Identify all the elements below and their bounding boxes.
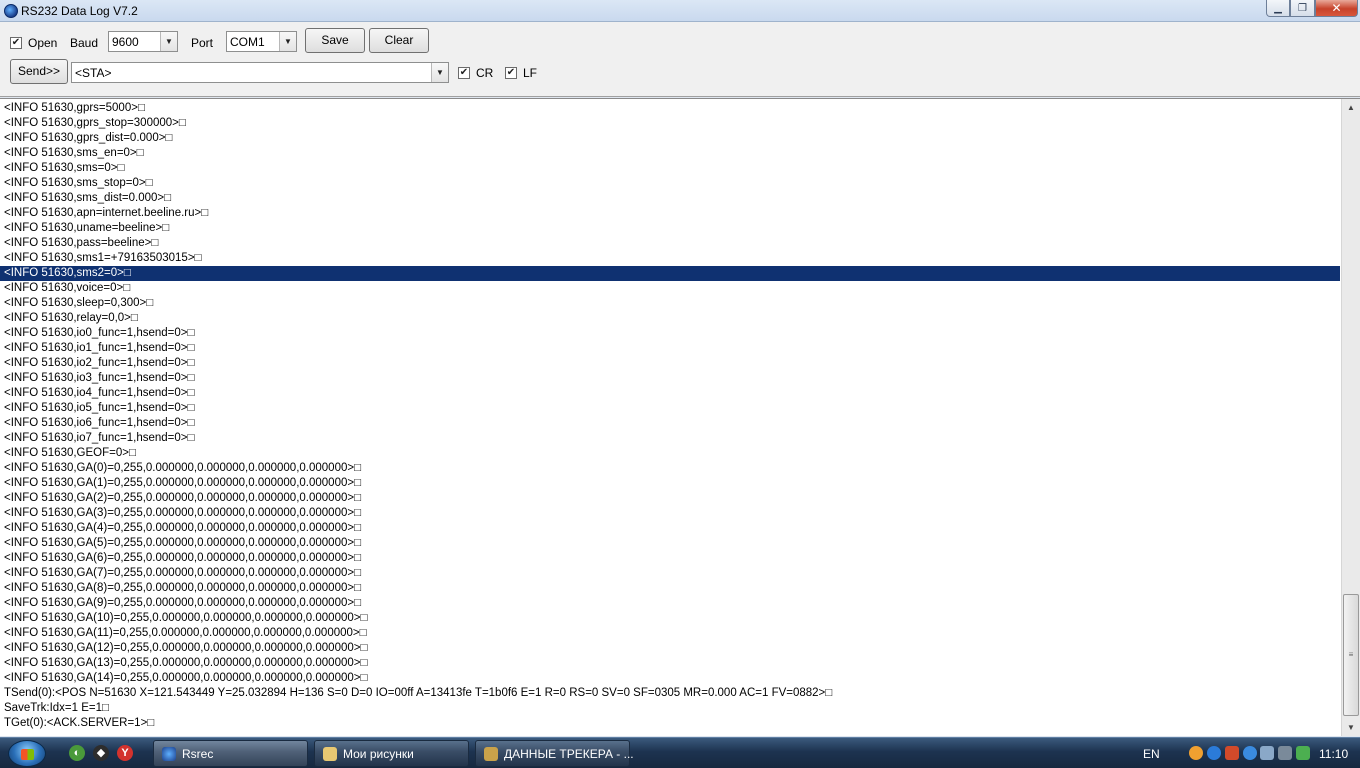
log-line[interactable]: <INFO 51630,relay=0,0>□ [4, 311, 1340, 326]
quicklaunch-green-icon[interactable]: ◐ [69, 745, 85, 761]
log-line[interactable]: <INFO 51630,GA(0)=0,255,0.000000,0.00000… [4, 461, 1340, 476]
log-line[interactable]: <INFO 51630,GA(14)=0,255,0.000000,0.0000… [4, 671, 1340, 686]
log-line[interactable]: <INFO 51630,apn=internet.beeline.ru>□ [4, 206, 1340, 221]
log-line[interactable]: <INFO 51630,GA(13)=0,255,0.000000,0.0000… [4, 656, 1340, 671]
taskbar: ◐ ◆ Y Rsrec Мои рисунки ДАННЫЕ ТРЕКЕРА -… [0, 737, 1360, 768]
language-indicator[interactable]: EN [1143, 747, 1160, 761]
log-output[interactable]: <INFO 51630,gprs=5000>□ <INFO 51630,gprs_… [0, 98, 1360, 736]
chevron-down-icon[interactable]: ▼ [160, 32, 177, 51]
clock[interactable]: 11:10 [1319, 747, 1348, 761]
clear-button[interactable]: Clear [369, 28, 429, 53]
log-line[interactable]: TSend(0):<POS N=51630 X=121.543449 Y=25.… [4, 686, 1340, 701]
log-line[interactable]: <INFO 51630,sms_en=0>□ [4, 146, 1340, 161]
task-label: ДАННЫЕ ТРЕКЕРА - ... [504, 747, 634, 761]
log-line[interactable]: SaveTrk:Idx=1 E=1□ [4, 701, 1340, 716]
log-line[interactable]: <INFO 51630,uname=beeline>□ [4, 221, 1340, 236]
tray-speaker-icon[interactable] [1225, 746, 1239, 760]
window-title: RS232 Data Log V7.2 [21, 4, 138, 18]
log-line[interactable]: <INFO 51630,GA(2)=0,255,0.000000,0.00000… [4, 491, 1340, 506]
log-line[interactable]: <INFO 51630,GA(1)=0,255,0.000000,0.00000… [4, 476, 1340, 491]
taskbar-task-rsrec[interactable]: Rsrec [153, 740, 308, 767]
log-line[interactable]: <INFO 51630,GA(3)=0,255,0.000000,0.00000… [4, 506, 1340, 521]
port-select[interactable]: COM1 ▼ [226, 31, 297, 52]
log-line[interactable]: <INFO 51630,sms_stop=0>□ [4, 176, 1340, 191]
taskbar-task-pictures[interactable]: Мои рисунки [314, 740, 469, 767]
log-line[interactable]: TGet(0):<ACK.SERVER=1>□ [4, 716, 1340, 731]
port-label: Port [191, 36, 214, 50]
chevron-down-icon[interactable]: ▼ [431, 63, 448, 82]
tray-lightning-icon[interactable] [1207, 746, 1221, 760]
minimize-button[interactable]: ▁ [1266, 0, 1290, 17]
log-lines: <INFO 51630,gprs=5000>□ <INFO 51630,gprs_… [0, 101, 1340, 731]
taskbar-task-tracker-data[interactable]: ДАННЫЕ ТРЕКЕРА - ... [475, 740, 634, 767]
log-line[interactable]: <INFO 51630,GA(8)=0,255,0.000000,0.00000… [4, 581, 1340, 596]
windows-logo-icon [21, 749, 34, 760]
log-line[interactable]: <INFO 51630,io1_func=1,hsend=0>□ [4, 341, 1340, 356]
log-line[interactable]: <INFO 51630,sms=0>□ [4, 161, 1340, 176]
tray-smiley-icon[interactable] [1189, 746, 1203, 760]
tray-info-icon[interactable] [1243, 746, 1257, 760]
start-button[interactable] [8, 740, 46, 767]
log-line[interactable]: <INFO 51630,GA(7)=0,255,0.000000,0.00000… [4, 566, 1340, 581]
log-line[interactable]: <INFO 51630,gprs=5000>□ [4, 101, 1340, 116]
log-line[interactable]: <INFO 51630,sms1=+79163503015>□ [4, 251, 1340, 266]
baud-label: Baud [70, 36, 99, 50]
baud-select[interactable]: 9600 ▼ [108, 31, 178, 52]
log-line[interactable]: <INFO 51630,GA(6)=0,255,0.000000,0.00000… [4, 551, 1340, 566]
log-line[interactable]: <INFO 51630,io5_func=1,hsend=0>□ [4, 401, 1340, 416]
log-line[interactable]: <INFO 51630,io6_func=1,hsend=0>□ [4, 416, 1340, 431]
scroll-thumb[interactable]: ≡ [1343, 594, 1359, 716]
task-label: Rsrec [182, 747, 214, 761]
log-line[interactable]: <INFO 51630,sms_dist=0.000>□ [4, 191, 1340, 206]
log-line[interactable]: <INFO 51630,io2_func=1,hsend=0>□ [4, 356, 1340, 371]
yandex-browser-icon[interactable]: Y [117, 745, 133, 761]
app-globe-icon [162, 747, 176, 761]
tray-network-icon[interactable] [1260, 746, 1274, 760]
log-line[interactable]: <INFO 51630,sms2=0>□ [0, 266, 1340, 281]
toolbar: ✔ Open Baud 9600 ▼ Port COM1 ▼ Save Clea… [0, 22, 1360, 97]
scroll-down-icon[interactable]: ▼ [1343, 720, 1359, 736]
log-line[interactable]: <INFO 51630,io3_func=1,hsend=0>□ [4, 371, 1340, 386]
log-line[interactable]: <INFO 51630,GA(10)=0,255,0.000000,0.0000… [4, 611, 1340, 626]
scroll-up-icon[interactable]: ▲ [1343, 100, 1359, 116]
document-icon [484, 747, 498, 761]
baud-value: 9600 [112, 35, 139, 49]
log-line[interactable]: <INFO 51630,io4_func=1,hsend=0>□ [4, 386, 1340, 401]
log-line[interactable]: <INFO 51630,voice=0>□ [4, 281, 1340, 296]
log-line[interactable]: <INFO 51630,GEOF=0>□ [4, 446, 1340, 461]
title-bar: RS232 Data Log V7.2 ▁ ❐ ✕ [0, 0, 1360, 22]
log-line[interactable]: <INFO 51630,pass=beeline>□ [4, 236, 1340, 251]
tray-tool-icon[interactable] [1278, 746, 1292, 760]
cr-checkbox[interactable]: ✔ [458, 67, 470, 79]
log-line[interactable]: <INFO 51630,gprs_dist=0.000>□ [4, 131, 1340, 146]
send-command-input[interactable]: <STA> ▼ [71, 62, 449, 83]
send-command-value: <STA> [75, 66, 112, 80]
log-line[interactable]: <INFO 51630,GA(9)=0,255,0.000000,0.00000… [4, 596, 1340, 611]
log-line[interactable]: <INFO 51630,GA(12)=0,255,0.000000,0.0000… [4, 641, 1340, 656]
log-line[interactable]: <INFO 51630,io0_func=1,hsend=0>□ [4, 326, 1340, 341]
maximize-button[interactable]: ❐ [1290, 0, 1315, 17]
app-globe-icon [4, 4, 18, 18]
send-button[interactable]: Send>> [10, 59, 68, 84]
save-button[interactable]: Save [305, 28, 365, 53]
quicklaunch-dark-icon[interactable]: ◆ [93, 745, 109, 761]
vertical-scrollbar[interactable]: ▲ ≡ ▼ [1341, 99, 1360, 736]
lf-label: LF [523, 66, 538, 80]
close-button[interactable]: ✕ [1315, 0, 1358, 17]
log-line[interactable]: <INFO 51630,io7_func=1,hsend=0>□ [4, 431, 1340, 446]
log-line[interactable]: <INFO 51630,gprs_stop=300000>□ [4, 116, 1340, 131]
log-line[interactable]: <INFO 51630,GA(4)=0,255,0.000000,0.00000… [4, 521, 1340, 536]
log-line[interactable]: <INFO 51630,sleep=0,300>□ [4, 296, 1340, 311]
log-line[interactable]: <INFO 51630,GA(5)=0,255,0.000000,0.00000… [4, 536, 1340, 551]
open-label: Open [28, 36, 58, 50]
chevron-down-icon[interactable]: ▼ [279, 32, 296, 51]
cr-label: CR [476, 66, 494, 80]
log-line[interactable]: <INFO 51630,GA(11)=0,255,0.000000,0.0000… [4, 626, 1340, 641]
tray-safely-remove-icon[interactable] [1296, 746, 1310, 760]
port-value: COM1 [230, 35, 265, 49]
task-label: Мои рисунки [343, 747, 414, 761]
lf-checkbox[interactable]: ✔ [505, 67, 517, 79]
folder-icon [323, 747, 337, 761]
open-checkbox[interactable]: ✔ [10, 37, 22, 49]
